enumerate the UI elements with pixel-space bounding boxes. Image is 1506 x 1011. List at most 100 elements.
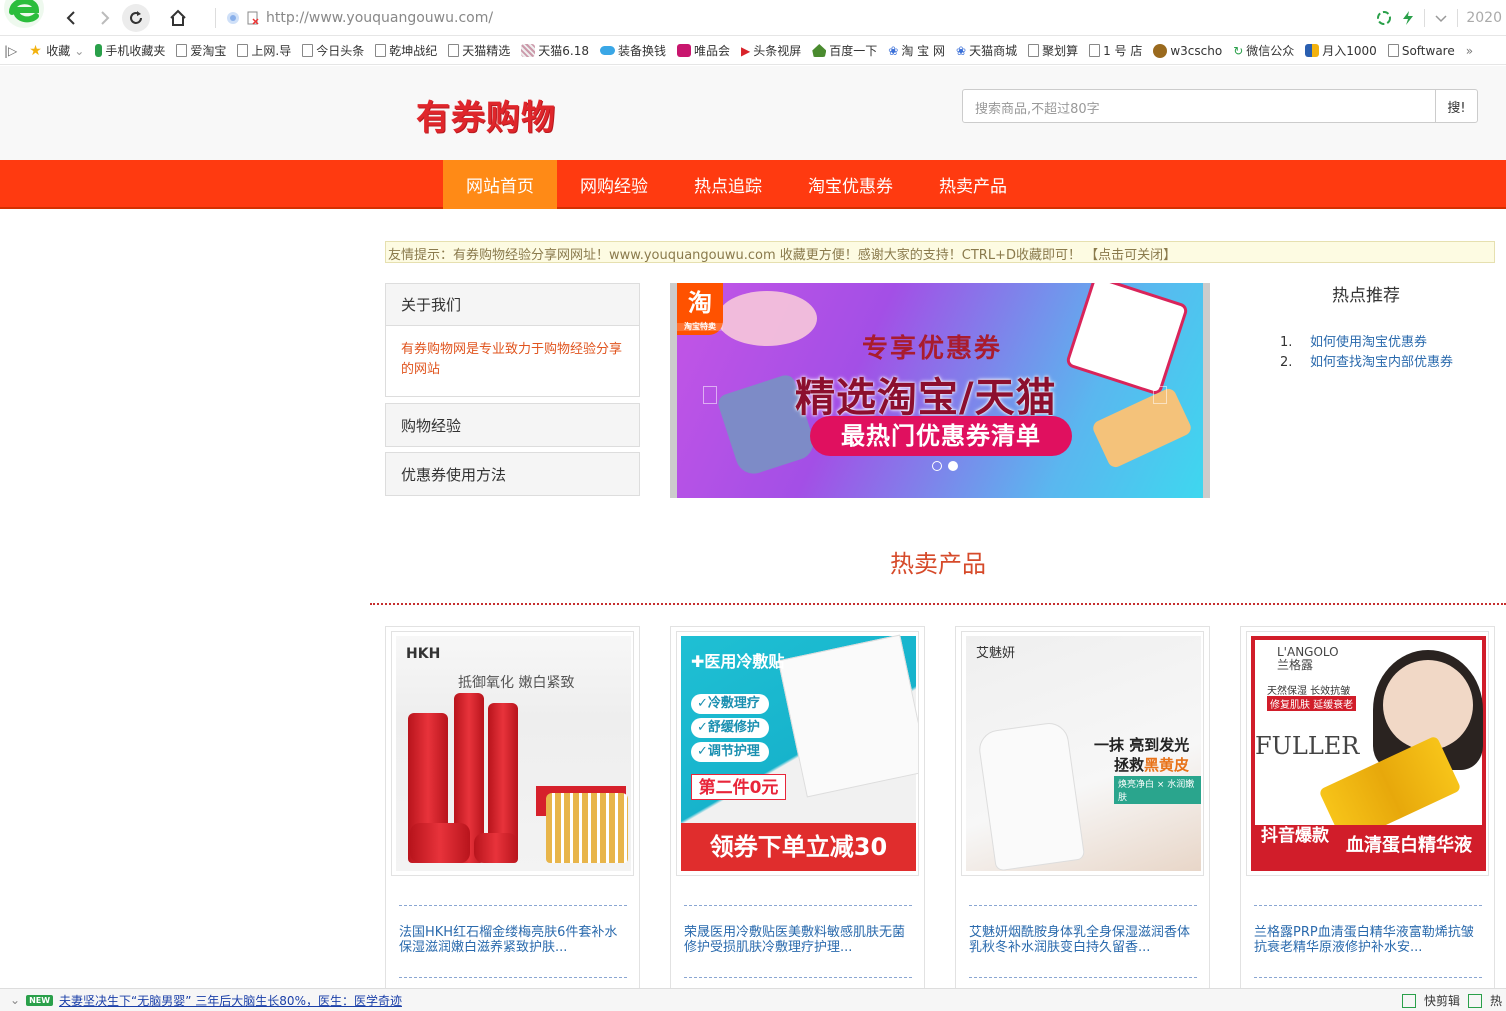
product-card[interactable]: ✚医用冷敷贴 ✓冷敷理疗 ✓舒缓修护 ✓调节护理 第二件0元 领券下单立减30 … (670, 626, 925, 996)
quick-clip-icon[interactable] (1401, 993, 1416, 1008)
banner-subtitle: 专享优惠券 (862, 334, 1003, 364)
chevron-down-icon[interactable]: ⌄ (10, 993, 20, 1007)
banner-prev-button[interactable] (703, 386, 717, 404)
bookmarks-more-icon[interactable]: » (1466, 44, 1473, 58)
nav-hot-products[interactable]: 热卖产品 (916, 160, 1030, 209)
banner-carousel[interactable]: 淘淘宝特卖 专享优惠券 精选淘宝/天猫 最热门优惠券清单 (670, 283, 1210, 498)
chevron-down-icon[interactable] (1433, 10, 1449, 26)
bookmarks-bar: |▷ ★ 收藏 ⌄ 手机收藏夹 爱淘宝 上网.导 今日头条 乾坤战纪 天猫精选 天猫… (0, 37, 1506, 65)
recycle-icon[interactable] (1376, 10, 1392, 26)
site-header: 有券购物 搜索商品,不超过80字 搜! (0, 66, 1506, 160)
about-text: 有券购物网是专业致力于购物经验分享的网站 (401, 342, 623, 377)
phone-icon (95, 44, 103, 57)
bookmark-item[interactable]: 乾坤战纪 (375, 42, 437, 59)
page-icon (302, 44, 314, 57)
page-icon (375, 44, 387, 57)
bookmark-item[interactable]: 天猫6.18 (521, 42, 589, 59)
product-title[interactable]: 荣晟医用冷敷贴医美敷料敏感肌肤无菌修护受损肌肤冷敷理疗护理... (684, 925, 912, 955)
address-bar[interactable]: http://www.youquangouwu.com/ (215, 6, 1385, 30)
browser-toolbar: http://www.youquangouwu.com/ 2020 (0, 0, 1506, 36)
product-card[interactable]: L'ANGOLO 兰格露 天然保湿 长效抗皱 修复肌肤 延缓衰老 FULLER 抖… (1240, 626, 1495, 996)
bookmark-item[interactable]: ❀ 淘 宝 网 (888, 42, 945, 59)
bookmark-item[interactable]: 1 号 店 (1089, 42, 1142, 59)
tmall-icon (521, 44, 536, 57)
bookmark-item[interactable]: ▶ 头条视屏 (741, 42, 801, 59)
about-heading[interactable]: 关于我们 (386, 284, 639, 326)
bookmark-item[interactable]: 手机收藏夹 (95, 42, 165, 59)
section-divider (370, 603, 1506, 605)
product-photo: HKH 抵御氧化 嫩白紧致 (396, 636, 631, 871)
search-button[interactable]: 搜! (1435, 89, 1478, 123)
banner-slide[interactable]: 淘淘宝特卖 专享优惠券 精选淘宝/天猫 最热门优惠券清单 (677, 283, 1203, 498)
product-title[interactable]: 艾魅妍烟酰胺身体乳全身保湿滋润香体乳秋冬补水润肤变白持久留香... (969, 925, 1197, 955)
bookmark-item[interactable]: 百度一下 (812, 42, 877, 59)
bookmark-item[interactable]: 装备换钱 (600, 42, 666, 59)
forward-button[interactable] (92, 6, 116, 30)
bookmark-item[interactable]: ❀ 天猫商城 (956, 42, 1017, 59)
hot-link[interactable]: 如何使用淘宝优惠券 (1310, 333, 1427, 353)
star-icon: ★ (29, 42, 44, 59)
site-logo[interactable]: 有券购物 (416, 90, 556, 139)
forward-arrow-icon (101, 11, 110, 25)
news-link[interactable]: 夫妻坚决生下“无脑男婴” 三年后大脑生长80%，医生：医学奇迹 (59, 992, 402, 1009)
page-file-icon (247, 11, 259, 25)
diaper-image (1064, 283, 1190, 397)
browser-logo-icon (4, 0, 44, 28)
carousel-dot-active[interactable] (948, 461, 958, 471)
date-text: 2020 (1466, 10, 1502, 26)
product-title[interactable]: 法国HKH红石榴金缕梅亮肤6件套补水保湿滋润嫩白滋养紧致护肤... (399, 925, 627, 955)
sidebar-toggle-icon[interactable]: |▷ (4, 44, 17, 58)
chevron-down-icon: ⌄ (74, 43, 85, 58)
bookmark-item[interactable]: 月入1000 (1305, 42, 1377, 59)
hot-recommend-list: 1. 如何使用淘宝优惠券 2. 如何查找淘宝内部优惠券 (1280, 333, 1453, 373)
product-title[interactable]: 兰格露PRP血清蛋白精华液富勒烯抗皱抗衰老精华原液修护补水安... (1254, 925, 1482, 955)
slipper-image (717, 291, 817, 346)
page-icon (1028, 44, 1040, 57)
hot-link[interactable]: 如何查找淘宝内部优惠券 (1310, 353, 1453, 373)
bookmark-item[interactable]: 聚划算 (1028, 42, 1078, 59)
banner-title: 精选淘宝/天猫 (795, 375, 1057, 421)
bookmark-item[interactable]: ★ 收藏 ⌄ (29, 42, 84, 59)
notice-bar[interactable]: 友情提示：有券购物经验分享网网址！www.youquangouwu.com 收藏… (385, 241, 1495, 263)
bookmark-item[interactable]: 爱淘宝 (176, 42, 226, 59)
nav-hot-tracking[interactable]: 热点追踪 (671, 160, 785, 209)
carousel-dot[interactable] (932, 461, 942, 471)
quick-clip-label[interactable]: 快剪辑 (1424, 992, 1460, 1009)
new-badge: NEW (26, 994, 54, 1006)
w3c-icon (1153, 43, 1168, 58)
bookmark-item[interactable]: 上网.导 (237, 42, 291, 59)
page-icon (448, 44, 460, 57)
product-image[interactable]: 艾魅妍 一抹 亮到发光 拯救黑黄皮 焕亮净白 × 水润嫩肤 (961, 631, 1204, 876)
home-button[interactable] (166, 6, 190, 30)
section-title: 热卖产品 (890, 550, 986, 578)
bookmark-item[interactable]: w3cscho (1153, 43, 1222, 58)
address-bar-actions: 2020 (1376, 6, 1506, 30)
search-input[interactable]: 搜索商品,不超过80字 (962, 89, 1436, 123)
url-text[interactable]: http://www.youquangouwu.com/ (266, 10, 493, 26)
divider (1457, 9, 1459, 27)
bookmark-item[interactable]: 天猫精选 (448, 42, 510, 59)
status-edge-label: 热 (1489, 994, 1502, 1008)
coupon-method-heading[interactable]: 优惠券使用方法 (386, 453, 639, 495)
product-image[interactable]: HKH 抵御氧化 嫩白紧致 (391, 631, 634, 876)
reload-button[interactable] (122, 4, 150, 32)
back-button[interactable] (60, 6, 84, 30)
experience-heading[interactable]: 购物经验 (386, 404, 639, 446)
lightning-icon[interactable] (1400, 10, 1416, 26)
bookmark-item[interactable]: Software (1387, 44, 1455, 58)
bookmark-item[interactable]: 唯品会 (677, 42, 730, 59)
bookmark-item[interactable]: ↻ 微信公众 (1233, 42, 1294, 59)
wechat-icon: ↻ (1233, 43, 1244, 58)
panel-icon[interactable] (1467, 993, 1482, 1008)
product-image[interactable]: L'ANGOLO 兰格露 天然保湿 长效抗皱 修复肌肤 延缓衰老 FULLER 抖… (1246, 631, 1489, 876)
product-card[interactable]: 艾魅妍 一抹 亮到发光 拯救黑黄皮 焕亮净白 × 水润嫩肤 艾魅妍烟酰胺身体乳全… (955, 626, 1210, 996)
nav-home[interactable]: 网站首页 (443, 160, 557, 209)
coupon-method-panel: 优惠券使用方法 (385, 452, 640, 496)
vip-icon (677, 44, 692, 57)
product-card[interactable]: HKH 抵御氧化 嫩白紧致 法国HKH红石榴金缕梅亮肤6件套补水保湿滋润嫩白滋养… (385, 626, 640, 996)
product-image[interactable]: ✚医用冷敷贴 ✓冷敷理疗 ✓舒缓修护 ✓调节护理 第二件0元 领券下单立减30 (676, 631, 919, 876)
nav-taobao-coupons[interactable]: 淘宝优惠券 (785, 160, 916, 209)
bookmark-item[interactable]: 今日头条 (302, 42, 364, 59)
nav-shopping-experience[interactable]: 网购经验 (557, 160, 671, 209)
banner-next-button[interactable] (1153, 386, 1167, 404)
